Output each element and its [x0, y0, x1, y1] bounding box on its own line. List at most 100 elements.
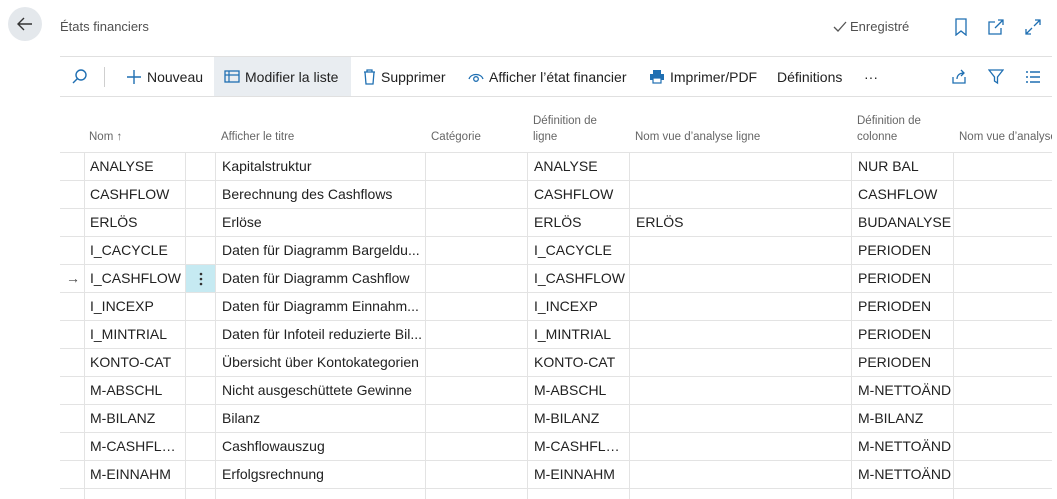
plus-icon [127, 69, 141, 84]
cell-name[interactable]: ANALYSE [86, 153, 184, 180]
cell-name[interactable]: I_CASHFLOW [86, 265, 184, 292]
column-header-column-definition-line2: colonne [857, 131, 898, 143]
toolbar-divider [104, 67, 105, 87]
list-view-button[interactable] [1025, 57, 1041, 96]
table-row[interactable]: ANALYSE Kapitalstruktur ANALYSE NUR BAL [60, 152, 1052, 180]
table-row[interactable]: M-CASHFLOW Cashflowauszug M-CASHFLOW M-NETT… [60, 432, 1052, 460]
definitions-label: Définitions [777, 68, 843, 85]
cell-column-analysis-view [956, 293, 1052, 320]
definitions-menu[interactable]: Définitions [777, 57, 842, 96]
cell-column-definition: PERIODEN [858, 270, 932, 286]
cell-name[interactable]: I_INCEXP [86, 293, 184, 320]
cell-column-analysis-view [956, 209, 1052, 236]
cell-row-definition: I_INCEXP [534, 298, 598, 314]
cell-column-definition: M-NETTOÄND [858, 466, 952, 482]
cell-column-analysis-view [956, 265, 1052, 292]
cell-title: Berechnung des Cashflows [222, 186, 393, 202]
bookmark-button[interactable] [951, 17, 971, 37]
column-header-row-analysis-view[interactable]: Nom vue d’analyse ligne [635, 129, 760, 145]
expand-icon [1025, 19, 1041, 35]
cell-name[interactable]: CASHFLOW [86, 181, 184, 208]
edit-list-button[interactable]: Modifier la liste [214, 57, 351, 96]
kebab-menu-icon[interactable] [186, 265, 215, 292]
new-button[interactable]: Nouveau [126, 57, 203, 96]
cell-row-definition: KONTO-CAT [534, 354, 616, 370]
cell-column-analysis-view [956, 349, 1052, 376]
column-header-name[interactable]: Nom ↑ [89, 129, 122, 145]
cell-title: Übersicht über Kontokategorien [222, 354, 419, 370]
table-row[interactable]: M-ABSCHL Nicht ausgeschüttete Gewinne M-AB… [60, 376, 1052, 404]
more-actions-icon: ··· [864, 68, 878, 85]
expand-button[interactable] [1023, 17, 1043, 37]
cell-category [427, 209, 527, 236]
table-row[interactable]: → I_CASHFLOW Daten für Diagramm Cashflow I_… [60, 264, 1052, 292]
open-new-window-button[interactable] [986, 17, 1006, 37]
cell-name[interactable]: KONTO-CAT [86, 349, 184, 376]
share-icon [952, 69, 966, 84]
more-actions-button[interactable]: ··· [864, 57, 878, 96]
share-button[interactable] [951, 57, 967, 96]
view-financial-statement-button[interactable]: Afficher l’état financier [468, 57, 626, 96]
cell-row-definition: M-BILANZ [534, 410, 600, 426]
cell-name[interactable]: M-ABSCHL [86, 377, 184, 404]
cell-title: Cashflowauszug [222, 438, 325, 454]
cell-column-definition: PERIODEN [858, 354, 932, 370]
column-header-column-definition[interactable]: Définition de colonne [857, 113, 921, 145]
cell-title: Bilanz [222, 410, 261, 426]
table-row[interactable]: I_CACYCLE Daten für Diagramm Bargeldu... I… [60, 236, 1052, 264]
cell-title: Kapitalstruktur [222, 158, 312, 174]
table-row[interactable]: ERLÖS Erlöse ERLÖS ERLÖS BUDANALYSE [60, 208, 1052, 236]
cell-column-analysis-view [956, 321, 1052, 348]
cell-category [427, 237, 527, 264]
cell-column-analysis-view [956, 153, 1052, 180]
cell-category [427, 461, 527, 488]
cell-column-analysis-view [956, 433, 1052, 460]
cell-row-definition: M-CASHFLOW [534, 438, 629, 454]
cell-title: Daten für Diagramm Cashflow [222, 270, 410, 286]
cell-row-analysis-view [632, 349, 851, 376]
column-header-row-definition[interactable]: Définition de ligne [533, 113, 597, 145]
check-icon [833, 21, 847, 32]
search-button[interactable] [67, 57, 91, 96]
column-header-category[interactable]: Catégorie [431, 129, 481, 145]
cell-category [427, 377, 527, 404]
cell-title: Daten für Diagramm Bargeldu... [222, 242, 420, 258]
cell-title: Daten für Infoteil reduzierte Bil... [222, 326, 422, 342]
cell-category [427, 405, 527, 432]
delete-button[interactable]: Supprimer [363, 57, 446, 96]
cell-column-definition: PERIODEN [858, 298, 932, 314]
cell-column-definition: NUR BAL [858, 158, 919, 174]
list-view-icon [1026, 70, 1040, 83]
table-row[interactable]: CASHFLOW Berechnung des Cashflows CASHFLOW… [60, 180, 1052, 208]
cell-title: Erfolgsrechnung [222, 466, 324, 482]
bookmark-icon [955, 18, 967, 36]
cell-name[interactable]: I_CACYCLE [86, 237, 184, 264]
cell-name[interactable]: ERLÖS [86, 209, 184, 236]
filter-button[interactable] [988, 57, 1004, 96]
table-row[interactable]: M-EINNAHM Erfolgsrechnung M-EINNAHM M-NETTO… [60, 460, 1052, 488]
column-header-title[interactable]: Afficher le titre [221, 129, 294, 145]
back-arrow-icon [17, 17, 32, 31]
action-bar: Nouveau Modifier la liste Supprimer Affi… [60, 56, 1052, 97]
cell-category [427, 321, 527, 348]
cell-name[interactable]: M-EINNAHM [86, 461, 184, 488]
cell-category [427, 293, 527, 320]
eye-icon [468, 73, 484, 82]
cell-row-definition: I_CASHFLOW [534, 270, 626, 286]
cell-category [427, 349, 527, 376]
cell-column-analysis-view [956, 405, 1052, 432]
cell-column-definition: PERIODEN [858, 326, 932, 342]
table-row[interactable]: KONTO-CAT Übersicht über Kontokategorien K… [60, 348, 1052, 376]
cell-name[interactable]: M-BILANZ [86, 405, 184, 432]
table-row[interactable]: I_MINTRIAL Daten für Infoteil reduzierte … [60, 320, 1052, 348]
cell-column-definition: CASHFLOW [858, 186, 938, 202]
cell-name[interactable]: M-CASHFLOW [86, 433, 184, 460]
table-row[interactable]: M-BILANZ Bilanz M-BILANZ M-BILANZ [60, 404, 1052, 432]
column-header-column-analysis-view[interactable]: Nom vue d’analyse colonne [959, 129, 1052, 145]
table-row[interactable]: I_INCEXP Daten für Diagramm Einnahm... I_I… [60, 292, 1052, 320]
edit-list-icon [224, 69, 240, 83]
cell-name[interactable]: I_MINTRIAL [86, 321, 184, 348]
back-button[interactable] [8, 7, 42, 41]
print-pdf-button[interactable]: Imprimer/PDF [649, 57, 757, 96]
print-pdf-label: Imprimer/PDF [670, 68, 758, 85]
